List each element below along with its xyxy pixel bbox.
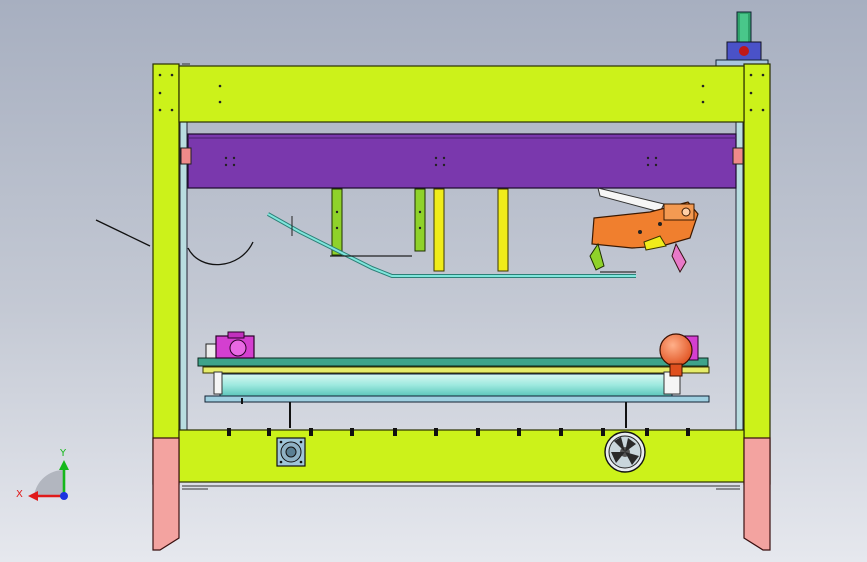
triad-icon: Y X <box>16 448 69 501</box>
cable-arc <box>187 241 254 266</box>
orange-mechanism <box>589 201 699 274</box>
purple-beam <box>187 133 737 189</box>
right-foot <box>743 437 771 551</box>
flange-icon <box>276 437 306 467</box>
top-beam <box>178 65 745 123</box>
guide-rail <box>267 212 636 278</box>
triad-y-label: Y <box>59 448 67 459</box>
fan-icon <box>604 431 646 473</box>
right-column <box>743 63 771 485</box>
cad-viewport[interactable]: Y X <box>0 0 867 562</box>
right-post-inner <box>735 121 744 433</box>
beam-end-right <box>732 147 744 165</box>
left-foot <box>152 437 180 551</box>
bottom-beam <box>178 429 745 483</box>
triad-x-label: X <box>16 489 23 500</box>
machine-drawing: Y X <box>16 11 771 551</box>
left-column <box>152 63 180 485</box>
hanging-brackets <box>331 188 509 272</box>
cable-left <box>95 219 151 247</box>
diagonal-arm <box>597 187 665 213</box>
lower-table <box>197 357 710 428</box>
beam-end-left <box>180 147 192 165</box>
left-post-inner <box>179 121 188 433</box>
motor-icon <box>205 331 255 359</box>
top-motor <box>715 11 769 68</box>
